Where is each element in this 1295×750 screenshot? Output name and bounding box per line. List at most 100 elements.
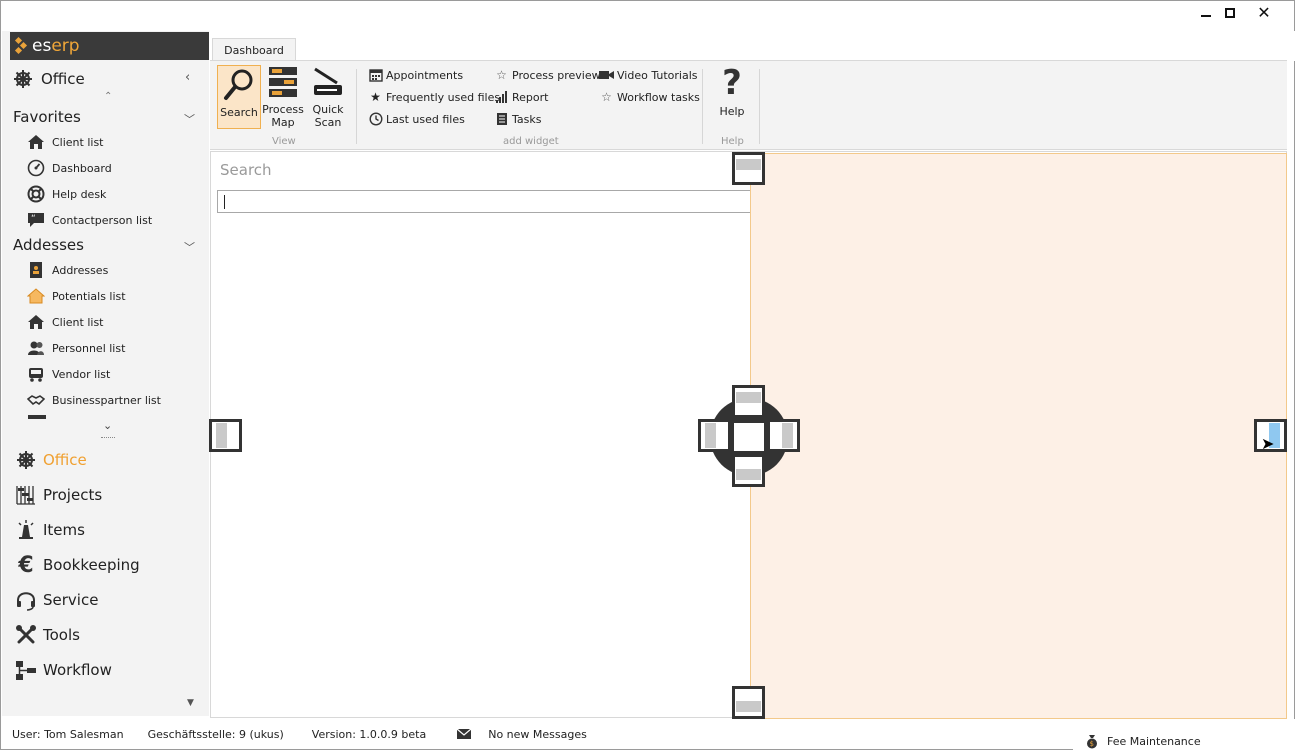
sidebar-item-contactperson-list[interactable]: “ Contactperson list: [27, 210, 152, 230]
sidebar-scroll-down-icon[interactable]: ⌄: [103, 419, 112, 432]
sidebar-item-businesspartner-list[interactable]: Businesspartner list: [27, 390, 161, 410]
euro-icon: €: [18, 552, 34, 578]
text-caret: [224, 195, 225, 209]
module-service[interactable]: Service: [15, 587, 98, 613]
star-outline-icon: ☆: [496, 68, 507, 82]
sidebar-item-help-desk[interactable]: Help desk: [27, 184, 106, 204]
widget-report[interactable]: Report: [494, 88, 548, 106]
search-panel-title: Search: [220, 161, 272, 179]
home-icon: [27, 133, 45, 151]
more-modules-icon[interactable]: ▼: [187, 698, 194, 708]
bar-signal-icon: [494, 90, 509, 105]
video-camera-icon: [599, 68, 614, 83]
clock-icon: [368, 112, 383, 127]
status-messages[interactable]: No new Messages: [456, 728, 587, 741]
module-projects[interactable]: Projects: [15, 482, 102, 508]
sidebar-item-label: Client list: [52, 315, 104, 329]
module-label: Office: [43, 451, 87, 469]
sidebar-office-label: Office: [41, 70, 85, 88]
sidebar-item-label: Personnel list: [52, 341, 126, 355]
logo-text-es: es: [32, 36, 52, 56]
section-favorites-title[interactable]: Favorites: [13, 108, 81, 126]
help-button[interactable]: ? Help: [710, 65, 754, 129]
headset-icon: [15, 589, 37, 611]
maximize-button[interactable]: [1215, 4, 1245, 22]
sidebar-item-label: Vendor list: [52, 367, 111, 381]
dock-preview-area: [750, 153, 1287, 719]
widget-workflow-tasks[interactable]: ☆ Workflow tasks: [599, 88, 700, 106]
search-input[interactable]: [217, 190, 751, 213]
envelope-icon: [456, 728, 472, 739]
status-user: User: Tom Salesman: [12, 727, 124, 741]
quick-scan-button[interactable]: Quick Scan: [306, 65, 350, 129]
sidebar-item-personnel-list[interactable]: Personnel list: [27, 338, 125, 358]
widget-video-tutorials[interactable]: Video Tutorials: [599, 66, 698, 84]
search-icon: [221, 66, 257, 102]
dock-center-icon: [736, 425, 762, 449]
widget-tasks[interactable]: Tasks: [494, 110, 541, 128]
question-icon: ?: [722, 62, 742, 103]
sidebar-item-label: Contactperson list: [52, 213, 153, 227]
gantt-icon: [15, 484, 37, 506]
chevron-down-icon[interactable]: ﹀: [184, 239, 195, 255]
group-separator: [356, 69, 357, 144]
chevron-down-icon[interactable]: ﹀: [184, 111, 195, 127]
dock-left-icon: [705, 423, 716, 448]
module-tools[interactable]: Tools: [15, 622, 80, 648]
sidebar-item-label: Addresses: [52, 263, 109, 277]
sidebar-item-potentials-list[interactable]: Potentials list: [27, 286, 126, 306]
dock-compass-right[interactable]: [767, 419, 800, 452]
dock-compass-bottom[interactable]: [732, 454, 765, 487]
widget-label: Last used files: [386, 112, 465, 126]
sidebar-office-header[interactable]: Office: [13, 69, 85, 89]
dock-top-icon: [736, 159, 761, 170]
dock-guide-bottom[interactable]: [732, 686, 765, 719]
sidebar-item-client-list[interactable]: Client list: [27, 132, 104, 152]
widget-frequently-used-files[interactable]: ★ Frequently used files: [368, 88, 500, 106]
sidebar-item-dashboard[interactable]: Dashboard: [27, 158, 112, 178]
status-version: Version: 1.0.0.9 beta: [311, 727, 427, 741]
widget-process-preview[interactable]: ☆ Process preview: [494, 66, 600, 84]
widget-label: Video Tutorials: [617, 68, 698, 82]
people-icon: [27, 339, 45, 357]
ribbon: Search Process Map Quick Scan View Appoi…: [210, 60, 1287, 150]
sidebar-item-client-list-2[interactable]: Client list: [27, 312, 104, 332]
module-bookkeeping[interactable]: € Bookkeeping: [15, 552, 139, 578]
dock-guide-top[interactable]: [732, 152, 765, 185]
star-filled-icon: ★: [370, 90, 381, 104]
close-button[interactable]: ✕: [1249, 4, 1279, 22]
widget-label: Tasks: [512, 112, 542, 126]
truck-icon: [27, 365, 45, 383]
process-map-button[interactable]: Process Map: [261, 65, 305, 129]
sidebar-item-addresses[interactable]: Addresses: [27, 260, 108, 280]
group-separator: [759, 69, 760, 144]
sidebar-item-label: Potentials list: [52, 289, 126, 303]
dock-compass-top[interactable]: [732, 385, 765, 418]
sidebar-item-label: Businesspartner list: [52, 393, 161, 407]
dock-top-icon: [736, 392, 761, 403]
logo-diamond-icon: [14, 36, 30, 55]
dock-guide-left[interactable]: [209, 419, 242, 452]
search-button-label: Search: [220, 106, 258, 119]
sidebar-item-vendor-list[interactable]: Vendor list: [27, 364, 110, 384]
module-items[interactable]: Items: [15, 517, 85, 543]
list-item-fee-maintenance[interactable]: $ Fee Maintenance: [1083, 732, 1201, 750]
module-workflow[interactable]: Workflow: [15, 657, 112, 683]
widget-last-used-files[interactable]: Last used files: [368, 110, 465, 128]
list-item-label: Fee Maintenance: [1107, 734, 1201, 748]
process-map-button-label: Process Map: [262, 103, 304, 129]
tab-dashboard[interactable]: Dashboard: [212, 38, 296, 61]
search-button[interactable]: Search: [217, 65, 261, 129]
sidebar-collapse-button[interactable]: ‹: [185, 70, 190, 85]
scanner-icon: [310, 65, 346, 99]
module-office[interactable]: Office: [15, 447, 87, 473]
dock-compass-left[interactable]: [698, 419, 731, 452]
module-label: Service: [43, 591, 99, 609]
ship-wheel-icon: [13, 69, 33, 89]
sidebar-scroll-up-icon[interactable]: ⌃: [104, 91, 112, 102]
widget-appointments[interactable]: Appointments: [368, 66, 463, 84]
sidebar-splitter[interactable]: [101, 437, 115, 438]
group-label-view: View: [272, 136, 296, 147]
section-addresses-title[interactable]: Addesses: [13, 236, 84, 254]
dock-compass-center[interactable]: [731, 420, 767, 454]
